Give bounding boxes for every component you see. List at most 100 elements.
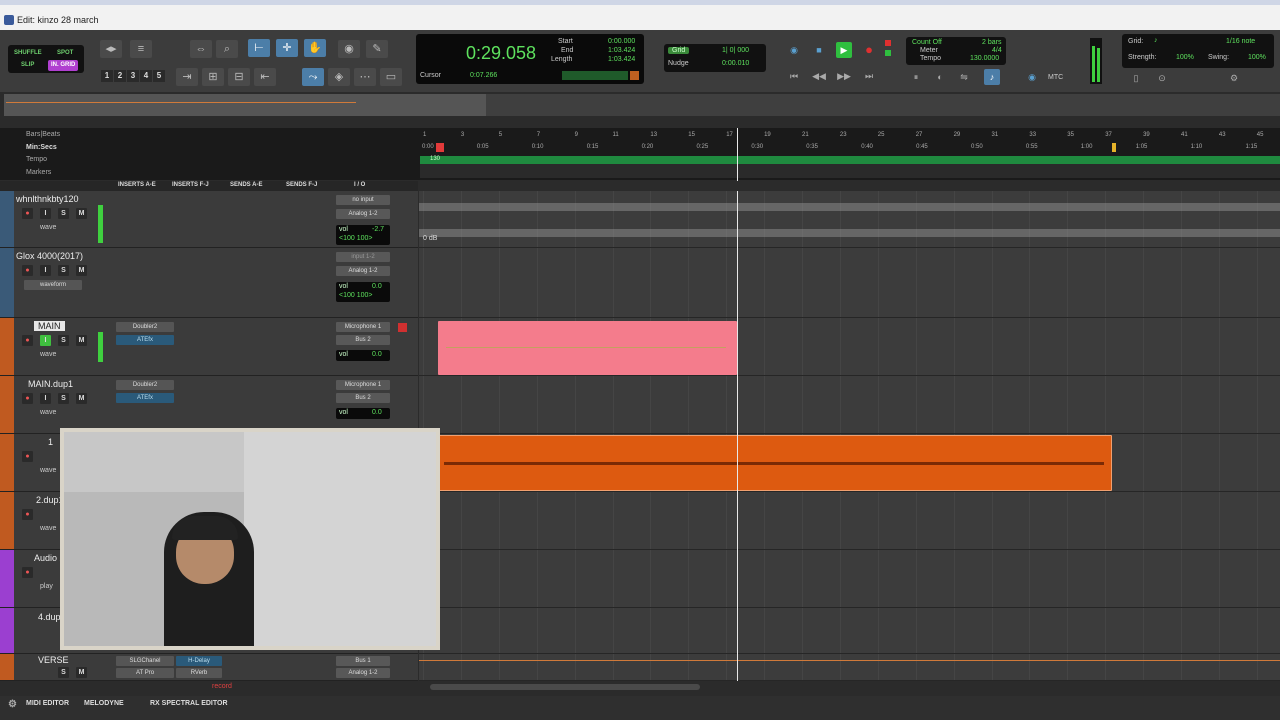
track-lane[interactable] <box>419 492 1280 550</box>
solo-button[interactable]: S <box>58 393 69 404</box>
inserts-fj-header[interactable]: INSERTS F-J <box>172 182 209 188</box>
record-button[interactable]: ● <box>861 42 877 58</box>
track-lane[interactable] <box>419 318 1280 376</box>
record-enable-button[interactable]: ● <box>22 509 33 520</box>
insert-slot-a[interactable]: Doubler2 <box>116 380 174 390</box>
bottom-gear-icon[interactable]: ⚙ <box>8 699 17 710</box>
track-lane[interactable] <box>419 550 1280 608</box>
playhead-line[interactable] <box>737 191 738 681</box>
audio-clip-orange[interactable] <box>433 435 1112 491</box>
output-selector[interactable]: Bus 2 <box>336 393 390 403</box>
zoom-preset-5[interactable]: 5 <box>153 70 165 82</box>
sync-icon[interactable]: ◉ <box>1024 69 1040 85</box>
track-view-selector[interactable]: wave <box>40 409 56 416</box>
input-monitor-button[interactable]: I <box>40 265 51 276</box>
solo-button[interactable]: S <box>58 208 69 219</box>
pencil-tool-icon[interactable]: ✎ <box>366 40 388 58</box>
start-value[interactable]: 0:00.000 <box>608 38 635 45</box>
audio-waveform[interactable] <box>419 195 1280 245</box>
insert-slot-a[interactable]: SLGChanel <box>116 656 174 666</box>
insert-slot-b[interactable]: ATEfx <box>116 335 174 345</box>
track-name[interactable]: whnlthnkbty120 <box>16 194 79 204</box>
midi-merge-button[interactable]: ♪ <box>984 69 1000 85</box>
main-counter[interactable]: 0:29.058 Start End Length 0:00.000 1:03.… <box>416 34 644 84</box>
online-icon[interactable]: ◉ <box>786 42 802 58</box>
tab-midi-editor[interactable]: MIDI EDITOR <box>26 700 69 707</box>
insert-slot-g[interactable]: RVerb <box>176 668 222 678</box>
zoom-toggle-button[interactable]: ⇔ <box>190 40 212 58</box>
record-enable-button[interactable]: ● <box>22 335 33 346</box>
grid-value[interactable]: 1| 0| 000 <box>722 47 749 54</box>
record-arm-indicator[interactable] <box>398 323 407 332</box>
track-name[interactable]: MAIN <box>34 321 65 331</box>
shuffle-mode-button[interactable]: SHUFFLE <box>11 48 45 59</box>
record-enable-button[interactable]: ● <box>22 208 33 219</box>
edit-window-timeline[interactable]: 0 dB <box>419 191 1280 681</box>
start-marker[interactable] <box>436 143 444 152</box>
io-header[interactable]: I / O <box>354 182 365 188</box>
strength-value[interactable]: 100% <box>1176 54 1194 61</box>
zoom-tool-icon[interactable]: ⌕ <box>216 40 238 58</box>
edit-option-2-button[interactable]: ▭ <box>380 68 402 86</box>
input-monitor-button[interactable]: I <box>40 393 51 404</box>
edit-option-button[interactable]: ⋯ <box>354 68 376 86</box>
output-selector[interactable]: Bus 2 <box>336 335 390 345</box>
track-lane[interactable] <box>419 608 1280 654</box>
mute-button[interactable]: M <box>76 667 87 678</box>
sends-fj-header[interactable]: SENDS F-J <box>286 182 317 188</box>
settings-gear-icon[interactable]: ⚙ <box>1226 70 1242 86</box>
insertion-follows-button[interactable]: ⇤ <box>254 68 276 86</box>
output-selector[interactable]: Analog 1-2 <box>336 668 390 678</box>
track-view-selector[interactable]: play <box>40 583 53 590</box>
link-track-button[interactable]: ⊟ <box>228 68 250 86</box>
audio-clip-pink[interactable] <box>438 321 737 375</box>
track-lane[interactable]: 0 dB <box>419 191 1280 248</box>
automation-follows-button[interactable]: ⤳ <box>302 68 324 86</box>
nudge-value[interactable]: 0:00.010 <box>722 60 749 67</box>
mute-button[interactable]: M <box>76 335 87 346</box>
track-lane[interactable] <box>419 654 1280 681</box>
mirror-midi-button[interactable]: ◈ <box>328 68 350 86</box>
rewind-to-start-button[interactable]: ⏮ <box>786 68 802 84</box>
go-to-end-button[interactable]: ⏭ <box>861 68 877 84</box>
track-row[interactable]: whnlthnkbty120 ● I S M wave no input Ana… <box>0 191 418 248</box>
track-lane[interactable] <box>419 248 1280 318</box>
record-enable-button[interactable]: ● <box>22 393 33 404</box>
grid-label[interactable]: Grid <box>668 47 690 54</box>
mute-button[interactable]: M <box>76 393 87 404</box>
end-marker[interactable] <box>1112 143 1116 152</box>
track-view-selector[interactable]: wave <box>40 525 56 532</box>
track-view-selector[interactable]: wave <box>40 467 56 474</box>
output-selector[interactable]: Analog 1-2 <box>336 209 390 219</box>
zoom-vertical-button[interactable]: ≡ <box>130 40 152 58</box>
nudge-label[interactable]: Nudge <box>668 60 689 67</box>
stop-button[interactable]: ■ <box>811 42 827 58</box>
clip-icon[interactable]: ▯ <box>1128 70 1144 86</box>
volume-display[interactable]: vol 0.0 <box>336 408 390 419</box>
length-value[interactable]: 1:03.424 <box>608 56 635 63</box>
track-row[interactable]: MAIN ● I S M wave Doubler2 ATEfx Microph… <box>0 318 418 376</box>
input-selector[interactable]: no input <box>336 195 390 205</box>
volume-pan-display[interactable]: vol 0.0 <100 100> <box>336 282 390 302</box>
input-monitor-button[interactable]: I <box>40 208 51 219</box>
track-name[interactable]: MAIN.dup1 <box>28 379 73 389</box>
track-view-selector[interactable]: wave <box>40 224 56 231</box>
zoom-preset-4[interactable]: 4 <box>140 70 152 82</box>
record-enable-button[interactable]: ● <box>22 265 33 276</box>
volume-pan-display[interactable]: vol -2.7 <100 100> <box>336 225 390 245</box>
input-monitor-button[interactable]: I <box>40 335 51 346</box>
track-name[interactable]: Glox 4000(2017) <box>16 251 83 261</box>
solo-button[interactable]: S <box>58 335 69 346</box>
record-enable-button[interactable]: ● <box>22 567 33 578</box>
slip-mode-button[interactable]: SLIP <box>18 60 37 71</box>
record-enable-button[interactable]: ● <box>22 451 33 462</box>
insert-slot-b[interactable]: ATEfx <box>116 393 174 403</box>
grid-mode-button[interactable]: IN. GRID <box>48 60 79 71</box>
play-button[interactable]: ▶ <box>836 42 852 58</box>
track-view-selector[interactable]: waveform <box>24 280 82 290</box>
wait-for-note-icon[interactable]: ⏸ <box>908 69 924 85</box>
insert-slot-b[interactable]: AT Pro <box>116 668 174 678</box>
track-lane[interactable] <box>419 376 1280 434</box>
end-value[interactable]: 1:03.424 <box>608 47 635 54</box>
quantize-grid-value[interactable]: 1/16 note <box>1226 38 1255 45</box>
